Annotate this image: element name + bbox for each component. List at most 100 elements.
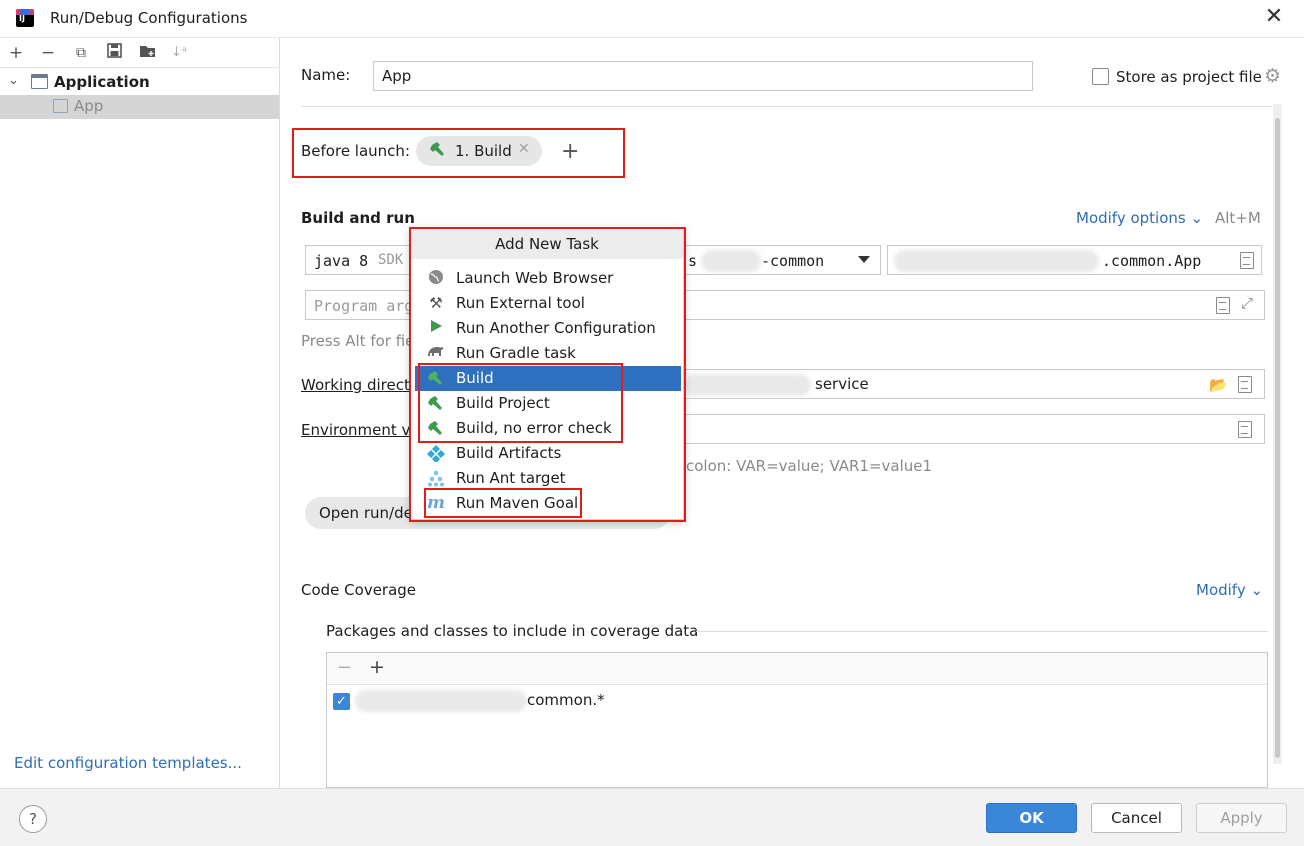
tree-group-application[interactable]: ⌄ Application <box>0 71 280 95</box>
chevron-down-icon[interactable]: ⌄ <box>8 73 19 88</box>
environment-hint: colon: VAR=value; VAR1=value1 <box>686 457 933 475</box>
redacted-text <box>683 374 811 396</box>
folder-open-icon[interactable]: 📂 <box>1209 376 1228 394</box>
help-button[interactable]: ? <box>19 805 47 833</box>
tree-group-label: Application <box>54 73 150 91</box>
close-icon[interactable]: ✕ <box>1262 6 1286 30</box>
coverage-list: − + ✓ common.* <box>326 652 1268 788</box>
popup-item-label: Run Maven Goal <box>456 494 579 512</box>
cancel-button[interactable]: Cancel <box>1091 803 1182 833</box>
popup-item-label: Launch Web Browser <box>456 269 614 287</box>
maximize-icon[interactable]: ⤢ <box>1241 294 1253 312</box>
popup-item-label: Run Gradle task <box>456 344 576 362</box>
popup-item-run-gradle-task[interactable]: Run Gradle task <box>415 341 681 366</box>
dialog-footer: ? OK Cancel Apply <box>0 788 1304 846</box>
tree-item-label: App <box>74 97 104 115</box>
folder-icon[interactable] <box>136 42 158 64</box>
popup-item-build-no-error-check[interactable]: Build, no error check <box>415 416 681 441</box>
sort-icon[interactable]: ↓ᵃ <box>168 42 190 64</box>
dropdown-arrow-icon[interactable] <box>858 256 870 263</box>
globe-icon <box>427 269 445 287</box>
popup-item-label: Build <box>456 369 494 387</box>
name-label: Name: <box>301 66 350 84</box>
browse-icon[interactable] <box>1240 252 1254 269</box>
logo-text: IJ <box>19 14 25 23</box>
popup-item-run-maven-goal[interactable]: m Run Maven Goal <box>415 491 681 516</box>
ok-button[interactable]: OK <box>986 803 1077 833</box>
modify-options-text: Modify options <box>1076 209 1186 227</box>
hammer-icon <box>427 369 445 387</box>
press-alt-hint: Press Alt for fie <box>301 332 415 350</box>
expand-text-icon[interactable] <box>1238 376 1252 393</box>
modify-options-link[interactable]: Modify options ⌄ <box>1076 209 1203 227</box>
coverage-section-label: Packages and classes to include in cover… <box>326 622 699 640</box>
ant-icon <box>427 469 445 487</box>
edit-templates-link[interactable]: Edit configuration templates... <box>14 754 242 772</box>
expand-text-icon[interactable] <box>1216 297 1230 314</box>
expand-text-icon[interactable] <box>1238 421 1252 438</box>
scrollbar-thumb[interactable] <box>1275 118 1280 758</box>
main-class-field[interactable]: .common.App <box>887 245 1262 275</box>
add-task-icon[interactable]: + <box>561 139 579 164</box>
add-icon[interactable]: + <box>369 656 385 678</box>
popup-item-run-another-configuration[interactable]: Run Another Configuration <box>415 316 681 341</box>
working-dir-value: service <box>815 375 869 393</box>
module-prefix: s <box>688 252 698 270</box>
artifacts-icon <box>427 444 445 462</box>
popup-item-build[interactable]: Build <box>415 366 681 391</box>
popup-item-run-ant-target[interactable]: Run Ant target <box>415 466 681 491</box>
name-field[interactable]: App <box>373 61 1033 91</box>
add-icon[interactable]: + <box>5 42 27 64</box>
before-launch-task-chip[interactable]: 1. Build ✕ <box>416 136 542 166</box>
configurations-sidebar: + − ⧉ ↓ᵃ ⌄ Application App Edit configur… <box>0 38 280 788</box>
copy-icon[interactable]: ⧉ <box>70 42 92 64</box>
popup-item-label: Build, no error check <box>456 419 612 437</box>
tools-icon: ⚒ <box>429 294 443 312</box>
application-icon <box>31 74 48 89</box>
redacted-text <box>701 250 761 272</box>
environment-field[interactable] <box>676 414 1265 444</box>
store-as-project-label: Store as project file <box>1116 68 1262 86</box>
build-and-run-label: Build and run <box>301 209 415 227</box>
popup-item-build-project[interactable]: Build Project <box>415 391 681 416</box>
popup-item-label: Build Project <box>456 394 550 412</box>
window-title: Run/Debug Configurations <box>50 9 248 27</box>
open-run-debug-label: Open run/de <box>319 504 413 522</box>
hammer-icon <box>429 140 447 162</box>
hammer-icon <box>427 419 445 437</box>
apply-button[interactable]: Apply <box>1196 803 1287 833</box>
coverage-modify-link[interactable]: Modify ⌄ <box>1196 581 1263 599</box>
modify-options-shortcut: Alt+M <box>1215 209 1261 227</box>
divider <box>301 106 1273 107</box>
store-as-project-checkbox[interactable] <box>1092 68 1109 85</box>
main-class-value: .common.App <box>1102 252 1202 270</box>
tree-item-app[interactable]: App <box>0 95 279 119</box>
before-launch-label: Before launch: <box>301 142 410 160</box>
popup-item-label: Run Another Configuration <box>456 319 656 337</box>
popup-item-label: Run Ant target <box>456 469 566 487</box>
scrollbar-track[interactable] <box>1273 104 1282 764</box>
divider <box>696 631 1268 632</box>
working-dir-field[interactable]: service 📂 <box>676 369 1265 399</box>
module-value: -common <box>761 252 825 270</box>
name-value: App <box>382 67 412 85</box>
popup-item-run-external-tool[interactable]: ⚒ Run External tool <box>415 291 681 316</box>
popup-title: Add New Task <box>411 229 683 259</box>
popup-item-build-artifacts[interactable]: Build Artifacts <box>415 441 681 466</box>
gear-icon[interactable]: ⚙ <box>1264 67 1281 86</box>
save-icon[interactable] <box>103 42 125 64</box>
code-coverage-label: Code Coverage <box>301 581 417 599</box>
coverage-item-value: common.* <box>527 691 605 709</box>
remove-icon[interactable]: − <box>337 657 352 678</box>
popup-item-launch-web-browser[interactable]: Launch Web Browser <box>415 266 681 291</box>
sdk-hint: SDK <box>378 252 404 268</box>
maven-icon: m <box>427 493 445 513</box>
intellij-logo-icon: IJ <box>16 9 34 27</box>
hammer-icon <box>427 394 445 412</box>
popup-item-label: Run External tool <box>456 294 585 312</box>
application-icon <box>53 99 68 113</box>
coverage-item-checkbox[interactable]: ✓ <box>333 693 350 710</box>
remove-icon[interactable]: − <box>37 42 59 64</box>
sidebar-toolbar: + − ⧉ ↓ᵃ <box>0 38 280 68</box>
remove-task-icon[interactable]: ✕ <box>518 141 530 157</box>
